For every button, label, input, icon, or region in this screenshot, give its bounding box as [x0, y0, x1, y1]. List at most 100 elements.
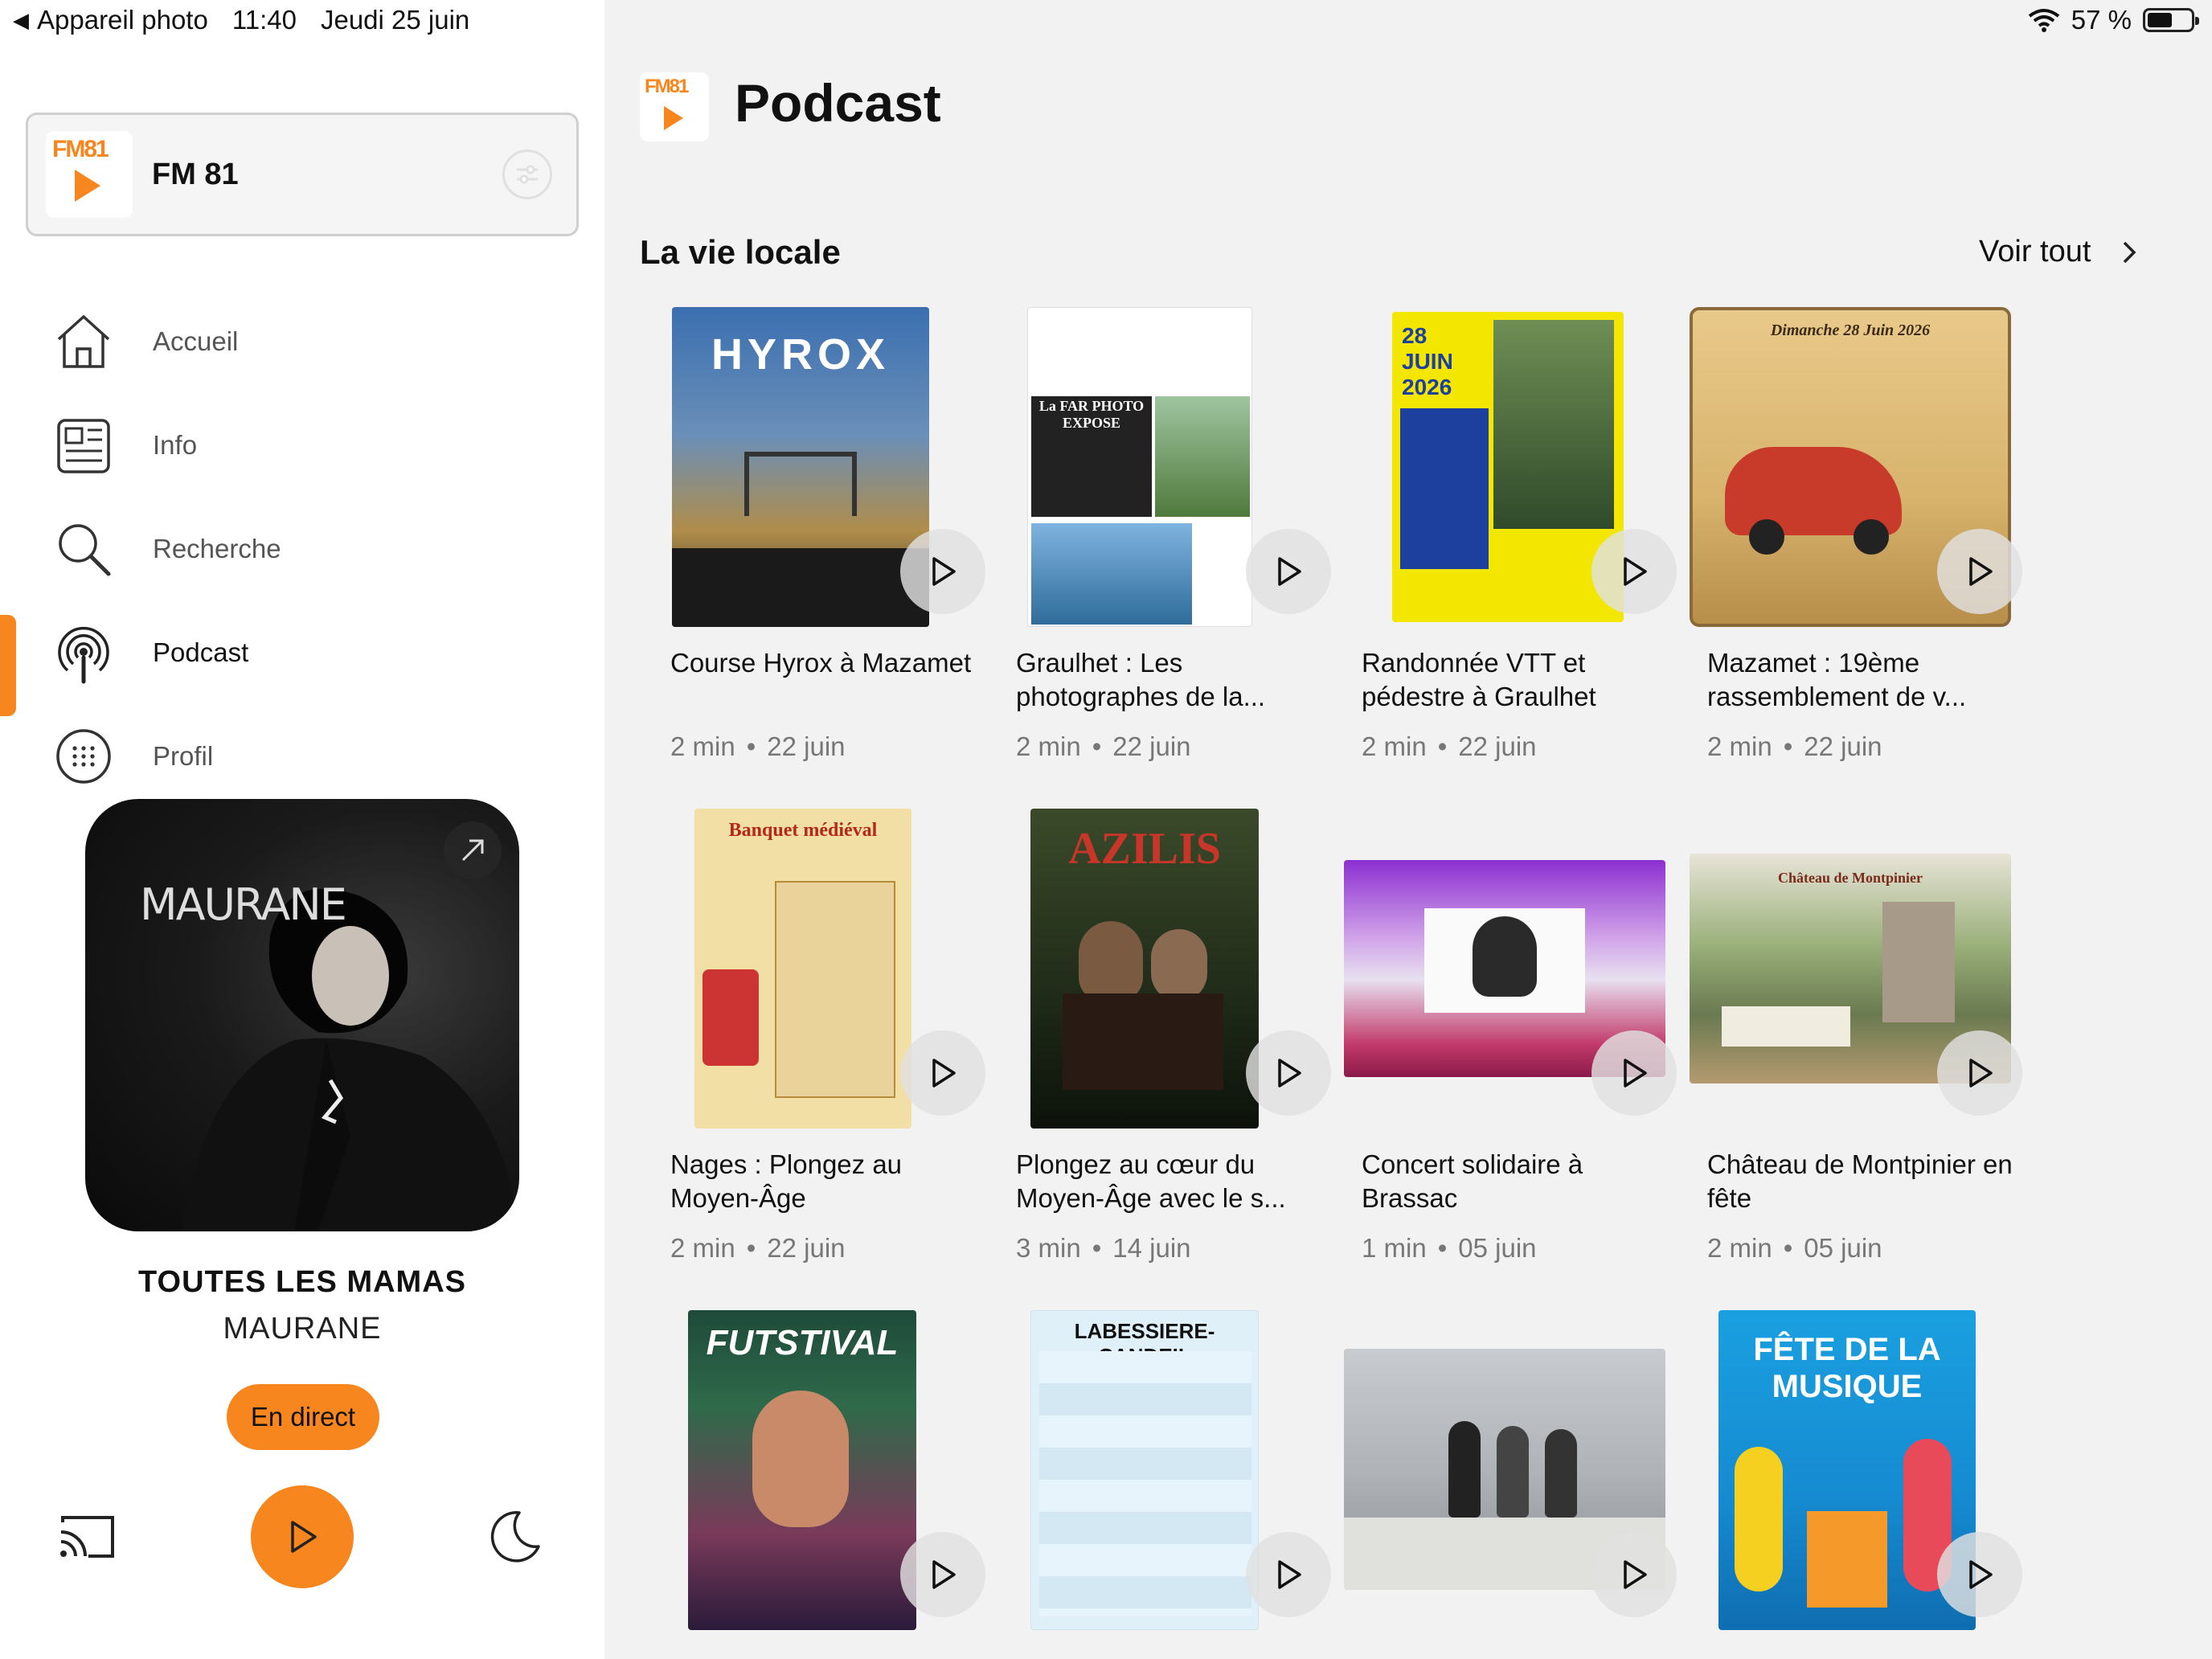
play-icon — [1969, 1059, 1993, 1088]
episode-play-button[interactable] — [1937, 1532, 2022, 1617]
episode-thumbnail — [1344, 1310, 1677, 1632]
podcast-card[interactable]: La FAR PHOTO EXPOSE Graulhet : Les photo… — [998, 307, 1331, 762]
live-button[interactable]: En direct — [227, 1384, 379, 1450]
episode-play-button[interactable] — [1246, 529, 1331, 614]
nav-label-recherche: Recherche — [153, 533, 281, 563]
episode-play-button[interactable] — [1591, 529, 1677, 614]
now-playing-cover[interactable]: MAURANE — [85, 799, 519, 1231]
back-arrow-icon: ◀ — [13, 7, 29, 32]
airplay-cast-icon — [60, 1516, 114, 1558]
nav-item-accueil[interactable]: Accueil — [0, 289, 604, 393]
podcast-card[interactable]: FUTSTIVAL — [653, 1310, 985, 1659]
episode-play-button[interactable] — [1591, 1532, 1677, 1617]
episode-play-button[interactable] — [1246, 1532, 1331, 1617]
moon-icon — [490, 1511, 540, 1563]
play-icon — [291, 1521, 317, 1553]
nav-item-info[interactable]: Info — [0, 393, 604, 497]
expand-arrow-icon — [461, 839, 484, 862]
podcast-card[interactable] — [1344, 1310, 1677, 1659]
episode-duration: 2 min — [670, 731, 735, 761]
nav-label-accueil: Accueil — [153, 326, 239, 356]
podcast-card[interactable]: LABESSIERE-CANDEIL — [998, 1310, 1331, 1659]
wifi-icon — [2028, 9, 2060, 32]
main-play-button[interactable] — [251, 1485, 354, 1588]
nav-item-podcast[interactable]: Podcast — [0, 600, 604, 716]
play-icon — [1624, 1560, 1647, 1589]
episode-thumbnail: AZILIS — [998, 809, 1331, 1130]
episode-meta: 3 min • 14 juin — [998, 1233, 1320, 1264]
poster-title: HYROX — [711, 330, 891, 379]
episode-meta: 1 min • 05 juin — [1344, 1233, 1665, 1264]
see-all-link[interactable]: Voir tout — [1979, 235, 2137, 269]
status-time: 11:40 — [231, 5, 297, 35]
page-title: Podcast — [735, 73, 941, 133]
episode-play-button[interactable] — [900, 1030, 985, 1116]
page-logo-text: FM81 — [645, 76, 689, 97]
episode-date: 22 juin — [1804, 731, 1882, 761]
home-icon — [51, 309, 116, 374]
episode-thumbnail: FUTSTIVAL — [653, 1310, 985, 1632]
status-bar: ◀ Appareil photo 11:40 Jeudi 25 juin 57 … — [0, 0, 2212, 42]
episode-thumbnail: HYROX — [653, 307, 985, 629]
episode-play-button[interactable] — [1937, 1030, 2022, 1116]
podcast-card[interactable]: 28 JUIN 2026 Randonnée VTT et pédestre à… — [1344, 307, 1677, 762]
episode-title: Plongez au cœur du Moyen-Âge avec le s..… — [1016, 1149, 1286, 1213]
episode-duration: 2 min — [1362, 731, 1427, 761]
cast-button[interactable] — [56, 1513, 117, 1561]
episode-title: Course Hyrox à Mazamet — [670, 648, 972, 678]
section-title: La vie locale — [640, 233, 841, 271]
play-icon — [932, 1059, 956, 1088]
play-icon — [1969, 557, 1993, 586]
episode-play-button[interactable] — [1937, 529, 2022, 614]
poster-title: Banquet médiéval — [728, 820, 878, 841]
nav-label-profil: Profil — [153, 740, 214, 771]
podcast-card[interactable]: Château de Montpinier Château de Montpin… — [1690, 809, 2022, 1264]
station-logo-text: FM81 — [52, 136, 109, 162]
station-selector[interactable]: FM81 FM 81 — [26, 113, 579, 236]
page-logo: FM81 — [640, 72, 709, 141]
episode-title: Concert solidaire à Brassac — [1362, 1149, 1583, 1213]
episode-title: Graulhet : Les photographes de la... — [1016, 648, 1266, 711]
station-settings-button[interactable] — [502, 150, 552, 199]
episode-duration: 2 min — [1016, 731, 1081, 761]
episode-thumbnail: LABESSIERE-CANDEIL — [998, 1310, 1331, 1632]
episode-title — [653, 1649, 990, 1659]
nav-item-profil[interactable]: Profil — [0, 704, 604, 808]
poster-title: Château de Montpinier — [1778, 870, 1923, 886]
meta-separator: • — [746, 1233, 756, 1263]
sleep-timer-button[interactable] — [487, 1508, 543, 1564]
expand-player-button[interactable] — [444, 821, 502, 879]
episode-play-button[interactable] — [1246, 1030, 1331, 1116]
meta-separator: • — [746, 731, 756, 761]
episode-thumbnail: Banquet médiéval — [653, 809, 985, 1130]
nav-label-info: Info — [153, 429, 198, 460]
cover-title-text: MAURANE — [140, 879, 347, 930]
search-icon — [51, 517, 116, 581]
nav-item-recherche[interactable]: Recherche — [0, 497, 604, 600]
sidebar: FM81 FM 81 Accueil Info Recherche Podcas… — [0, 0, 604, 1659]
episode-date: 22 juin — [1112, 731, 1191, 761]
station-logo: FM81 — [46, 131, 133, 218]
podcast-card[interactable]: Concert solidaire à Brassac 1 min • 05 jui… — [1344, 809, 1677, 1264]
episode-thumbnail: Château de Montpinier — [1690, 809, 2022, 1130]
podcast-card[interactable]: FÊTE DE LA MUSIQUE — [1690, 1310, 2022, 1659]
episode-date: 22 juin — [767, 1233, 846, 1263]
episode-title: Randonnée VTT et pédestre à Graulhet — [1362, 648, 1596, 711]
episode-title: Nages : Plongez au Moyen-Âge — [670, 1149, 903, 1213]
play-icon — [932, 1560, 956, 1589]
episode-play-button[interactable] — [1591, 1030, 1677, 1116]
play-icon — [1278, 1059, 1301, 1088]
podcast-card[interactable]: AZILIS Plongez au cœur du Moyen-Âge avec… — [998, 809, 1331, 1264]
podcast-card[interactable]: Banquet médiéval Nages : Plongez au Moye… — [653, 809, 985, 1264]
podcast-card[interactable]: Dimanche 28 Juin 2026 Mazamet : 19ème ra… — [1690, 307, 2022, 762]
podcast-card[interactable]: HYROX Course Hyrox à Mazamet 2 min • 22 ju… — [653, 307, 985, 762]
station-name: FM 81 — [152, 157, 239, 191]
back-to-app-link[interactable]: ◀ Appareil photo — [13, 5, 208, 35]
episode-meta: 2 min • 22 juin — [1344, 731, 1665, 762]
episode-play-button[interactable] — [900, 1532, 985, 1617]
podcast-icon — [51, 621, 116, 685]
poster-labessiere: LABESSIERE-CANDEIL — [1030, 1310, 1259, 1630]
episode-play-button[interactable] — [900, 529, 985, 614]
episode-thumbnail: 28 JUIN 2026 — [1344, 307, 1677, 629]
poster-title: 28 JUIN 2026 — [1402, 323, 1453, 399]
